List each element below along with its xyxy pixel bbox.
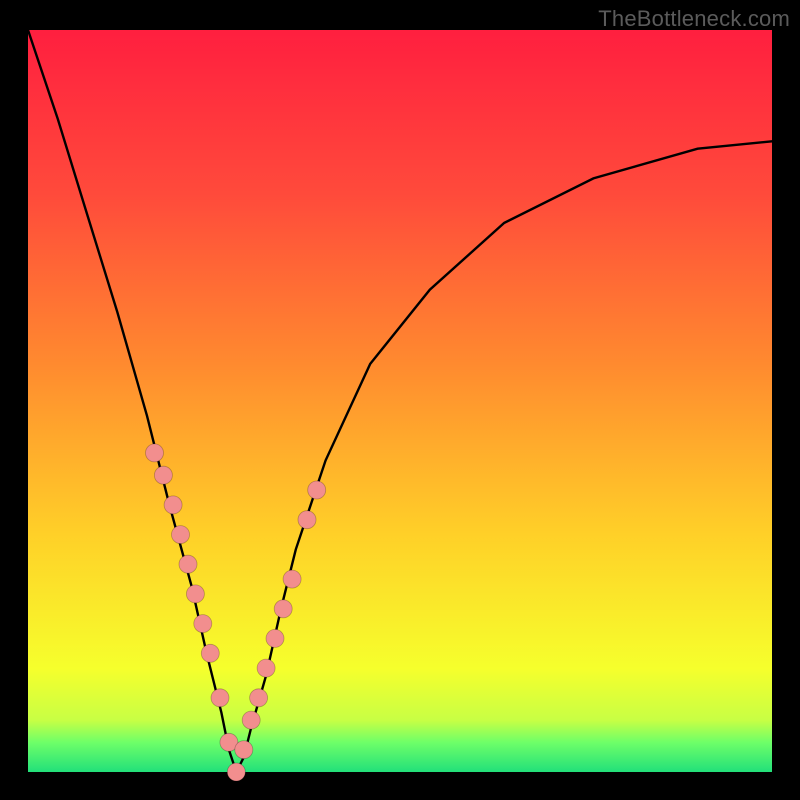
highlight-dot [250, 689, 268, 707]
highlight-dot [283, 570, 301, 588]
highlight-dot [146, 444, 164, 462]
highlight-dot [274, 600, 292, 618]
highlight-dot [266, 629, 284, 647]
highlight-dot [298, 511, 316, 529]
highlight-dot [235, 741, 253, 759]
chart-stage: TheBottleneck.com [0, 0, 800, 800]
highlight-dot [242, 711, 260, 729]
highlight-dot [211, 689, 229, 707]
highlight-dot [308, 481, 326, 499]
highlight-dot [179, 555, 197, 573]
highlight-dot [257, 659, 275, 677]
highlight-dot [164, 496, 182, 514]
highlight-dot [201, 644, 219, 662]
highlight-dot [186, 585, 204, 603]
highlight-dot [194, 615, 212, 633]
plot-svg [0, 0, 800, 800]
marker-group [146, 444, 326, 781]
bottleneck-curve [28, 30, 772, 772]
highlight-dot [154, 466, 172, 484]
watermark-text: TheBottleneck.com [598, 6, 790, 32]
highlight-dot [227, 763, 245, 781]
highlight-dot [172, 526, 190, 544]
